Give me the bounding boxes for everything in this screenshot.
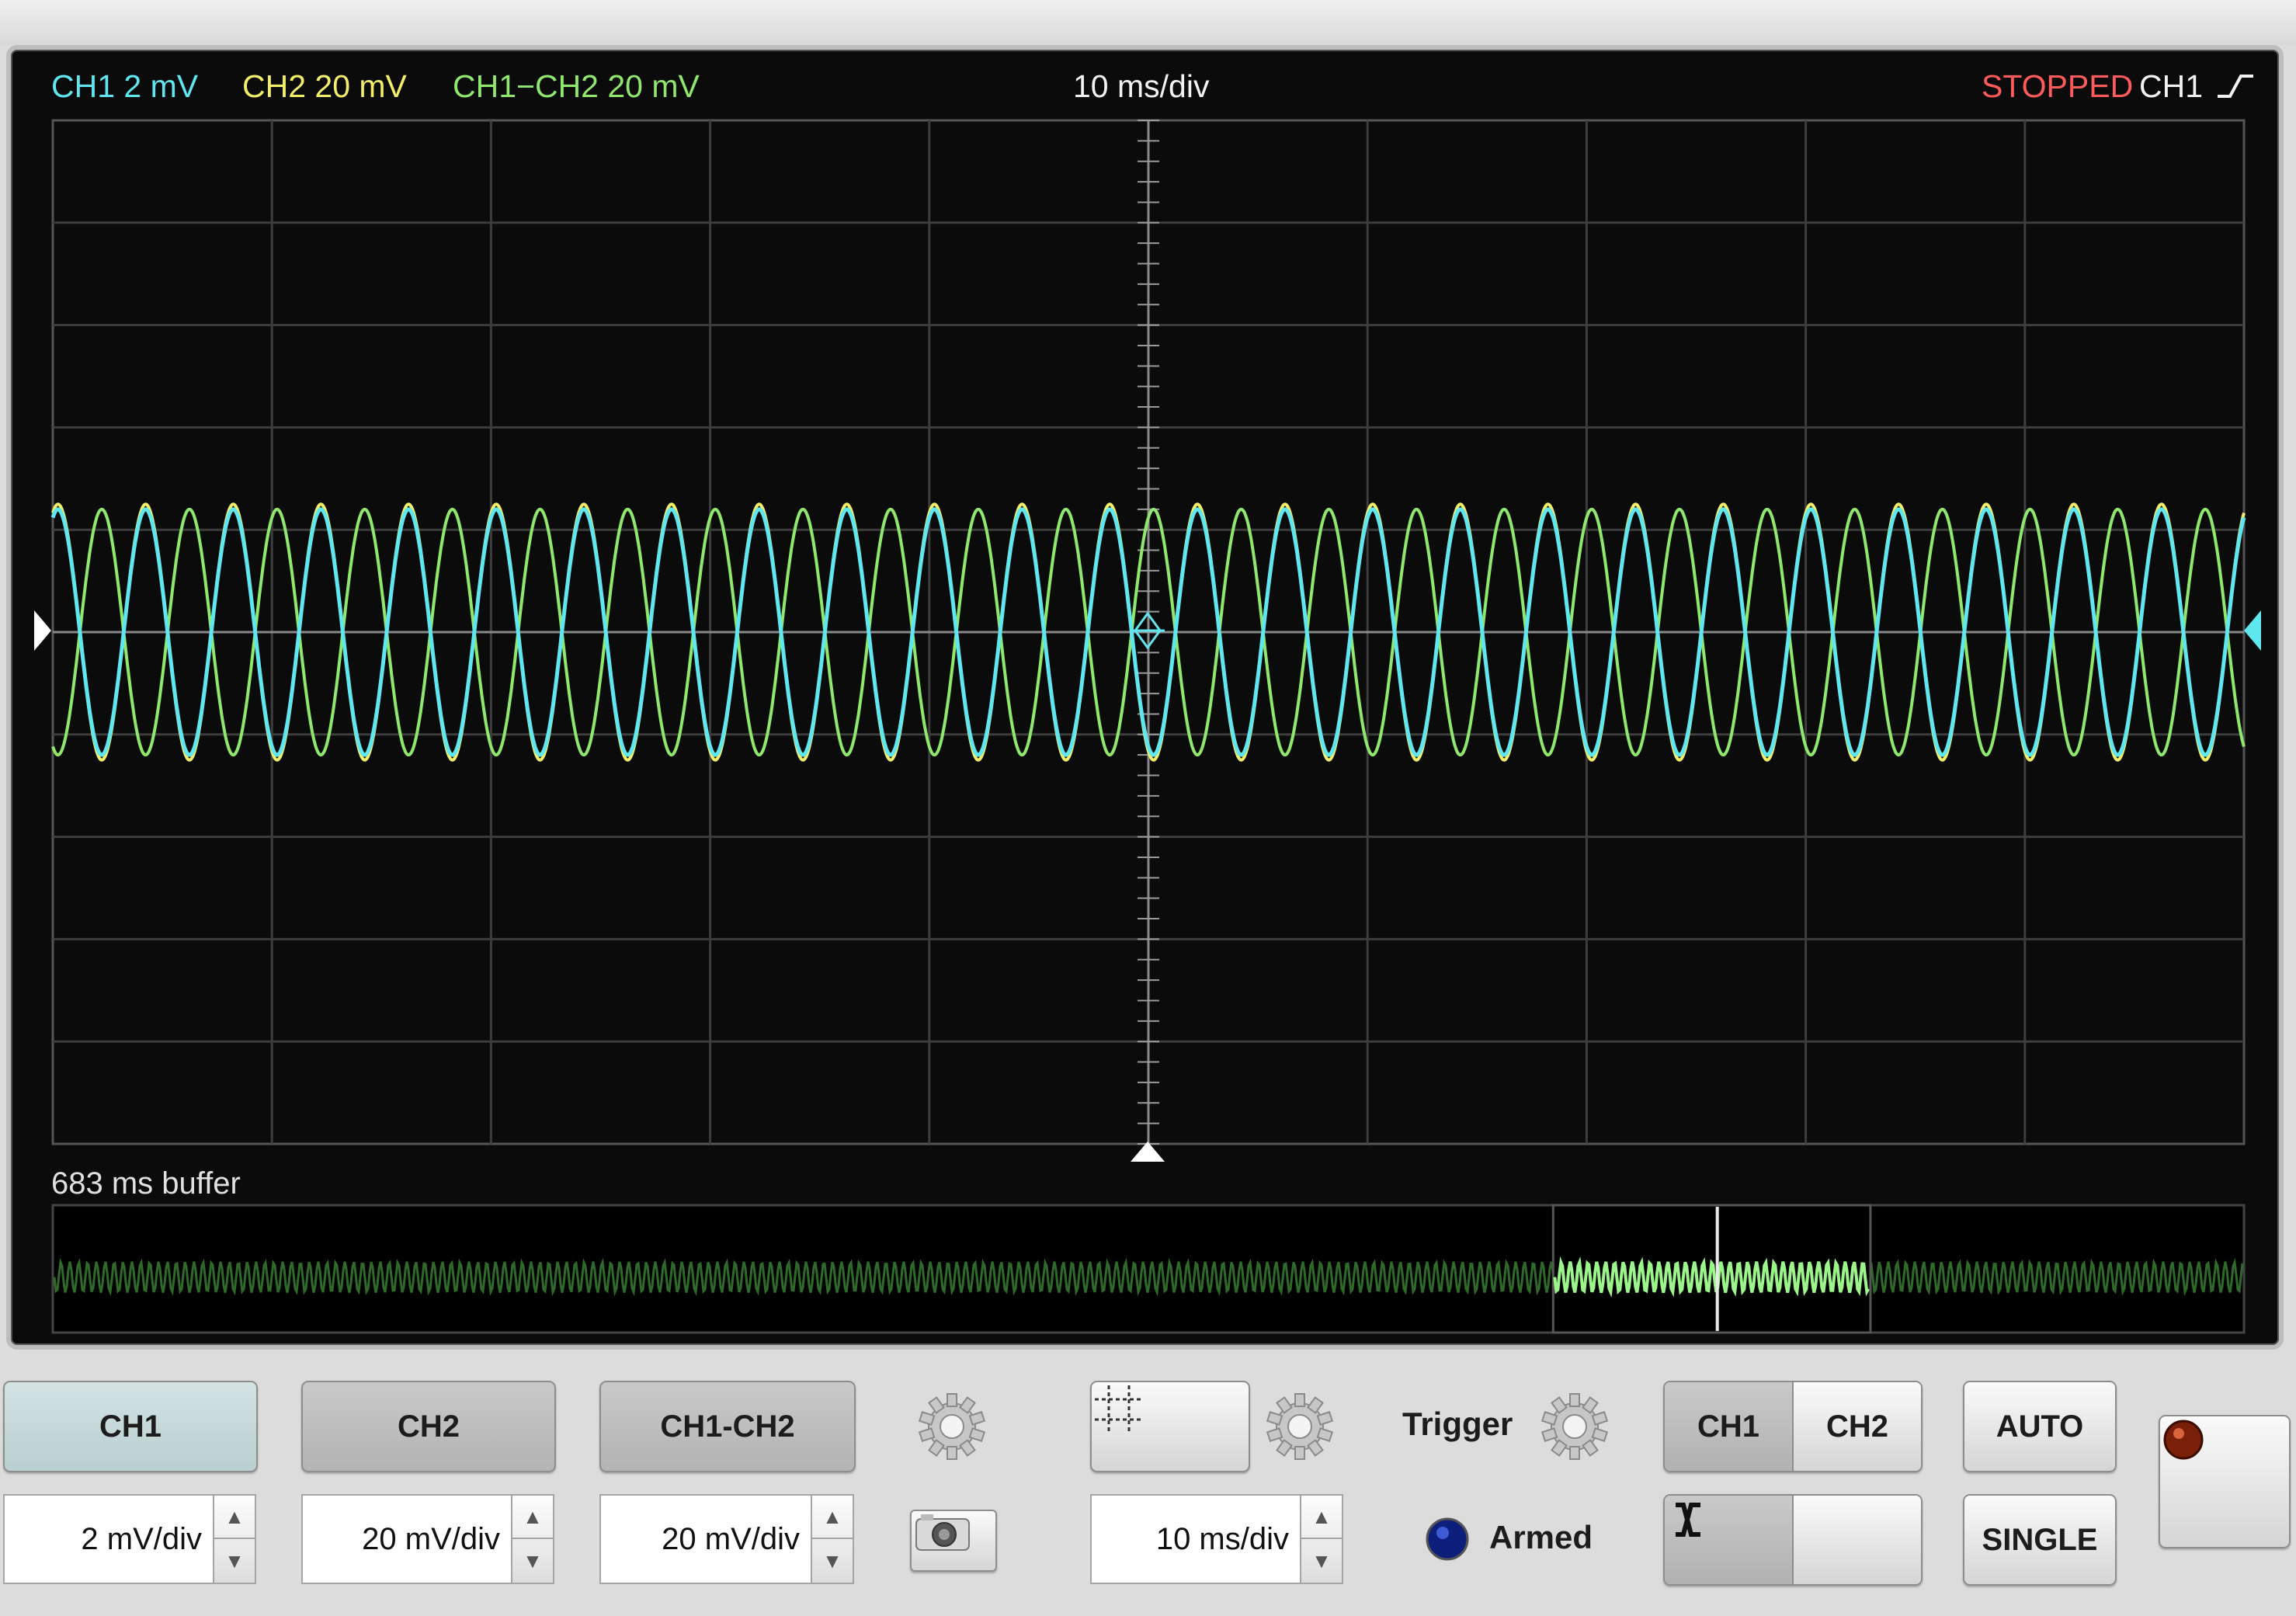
trigger-source-ch2[interactable]: CH2 — [1792, 1382, 1921, 1471]
trigger-source-ch1[interactable]: CH1 — [1665, 1382, 1792, 1471]
timebase-stepper[interactable]: ▲ ▼ — [1300, 1494, 1343, 1584]
armed-label: Armed — [1489, 1519, 1593, 1555]
ch1-scale-field[interactable]: 2 mV/div — [3, 1494, 214, 1584]
ch2-scale-stepper[interactable]: ▲ ▼ — [511, 1494, 554, 1584]
ch2-button[interactable]: CH2 — [301, 1381, 556, 1472]
increment-icon[interactable]: ▲ — [1301, 1496, 1342, 1539]
timebase-field[interactable]: 10 ms/div — [1090, 1494, 1301, 1584]
diff-scale-field[interactable]: 20 mV/div — [599, 1494, 812, 1584]
increment-icon[interactable]: ▲ — [512, 1496, 553, 1539]
diff-scale-stepper[interactable]: ▲ ▼ — [811, 1494, 854, 1584]
single-button[interactable]: SINGLE — [1963, 1494, 2117, 1586]
gear-icon[interactable] — [1541, 1392, 1609, 1461]
trigger-label: Trigger — [1402, 1406, 1513, 1442]
decrement-icon[interactable]: ▼ — [214, 1539, 255, 1583]
increment-icon[interactable]: ▲ — [812, 1496, 853, 1539]
armed-led-icon — [1426, 1517, 1469, 1561]
gear-tooth — [1294, 1393, 1305, 1407]
ch1-scale-stepper[interactable]: ▲ ▼ — [213, 1494, 256, 1584]
diff-button[interactable]: CH1-CH2 — [599, 1381, 856, 1472]
cursor-button[interactable] — [1090, 1381, 1250, 1472]
gear-tooth — [1294, 1446, 1305, 1460]
decrement-icon[interactable]: ▼ — [1301, 1539, 1342, 1583]
screenshot-button[interactable] — [910, 1510, 997, 1572]
gear-tooth — [1569, 1446, 1580, 1460]
gear-icon[interactable] — [918, 1392, 986, 1461]
buffer-overview[interactable] — [0, 0, 2296, 1616]
auto-button[interactable]: AUTO — [1963, 1381, 2117, 1472]
increment-icon[interactable]: ▲ — [214, 1496, 255, 1539]
gear-icon[interactable] — [1266, 1392, 1334, 1461]
decrement-icon[interactable]: ▼ — [512, 1539, 553, 1583]
record-icon — [2163, 1420, 2204, 1460]
camera-icon — [915, 1514, 970, 1551]
decrement-icon[interactable]: ▼ — [812, 1539, 853, 1583]
crosshair-icon — [1095, 1385, 1143, 1434]
gear-tooth — [1569, 1393, 1580, 1407]
gear-tooth — [947, 1393, 957, 1407]
trigger-slope-selector[interactable] — [1663, 1494, 1923, 1586]
ch1-button[interactable]: CH1 — [3, 1381, 258, 1472]
gear-tooth — [947, 1446, 957, 1460]
ch2-scale-field[interactable]: 20 mV/div — [301, 1494, 512, 1584]
falling-edge-icon — [1676, 1503, 1700, 1537]
record-button[interactable] — [2159, 1415, 2291, 1548]
trigger-source-selector[interactable]: CH1 CH2 — [1663, 1381, 1923, 1472]
falling-slope-option[interactable] — [1676, 1496, 1921, 1584]
